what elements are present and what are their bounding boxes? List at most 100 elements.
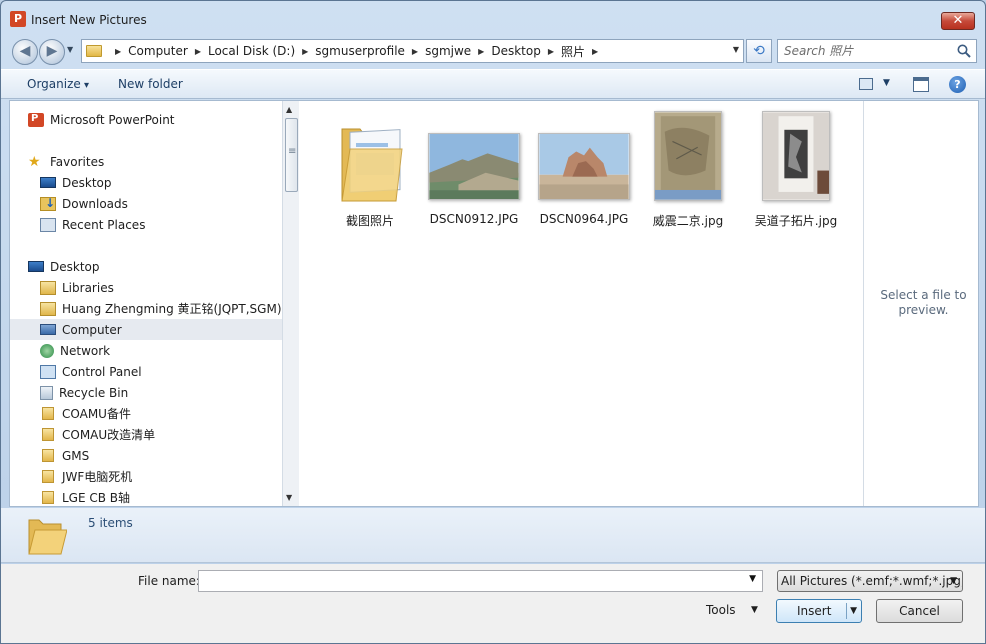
address-bar[interactable]: ▶ Computer ▶ Local Disk (D:) ▶ sgmuserpr… <box>81 39 744 63</box>
sidebar-item-desktop[interactable]: Desktop <box>28 256 100 277</box>
close-button[interactable]: ✕ <box>941 12 975 30</box>
sidebar-item-label: COMAU改造清单 <box>62 428 156 442</box>
breadcrumb-local-disk[interactable]: Local Disk (D:) <box>208 44 295 58</box>
file-name-combo[interactable]: ▼ <box>198 570 763 592</box>
photo-thumbnail-icon <box>428 133 520 200</box>
chevron-right-icon[interactable]: ▶ <box>115 47 121 56</box>
sidebar-item-coamu[interactable]: COAMU备件 <box>40 403 131 424</box>
title-bar: P Insert New Pictures ✕ <box>1 1 985 33</box>
file-item-photo[interactable]: 吴道子拓片.jpg <box>748 109 844 228</box>
file-item-photo[interactable]: 威震二京.jpg <box>640 109 736 228</box>
network-icon <box>40 343 54 358</box>
navigation-pane: Microsoft PowerPoint ★ Favorites Desktop… <box>10 101 282 506</box>
sidebar-item-recent-places[interactable]: Recent Places <box>40 214 145 235</box>
folder-icon <box>42 491 54 504</box>
details-pane: 5 items <box>1 508 985 563</box>
insert-pictures-dialog: P Insert New Pictures ✕ ◀ ▶ ▼ ▶ Computer… <box>0 0 986 644</box>
sidebar-item-recycle-bin[interactable]: Recycle Bin <box>40 382 128 403</box>
chevron-right-icon[interactable]: ▶ <box>195 47 201 56</box>
file-item-photo[interactable]: DSCN0912.JPG <box>426 109 522 226</box>
search-icon[interactable] <box>956 43 972 59</box>
breadcrumb-computer[interactable]: Computer <box>128 44 188 58</box>
sidebar-item-label: Recycle Bin <box>59 385 129 400</box>
sidebar-item-lge[interactable]: LGE CB B轴 <box>40 487 130 506</box>
file-name-label: DSCN0964.JPG <box>539 212 629 226</box>
sidebar-item-downloads[interactable]: Downloads <box>40 193 128 214</box>
sidebar-item-user[interactable]: Huang Zhengming 黄正铭(JQPT,SGM) <box>40 298 282 319</box>
recent-places-icon <box>40 217 56 232</box>
powerpoint-app-icon: P <box>10 11 26 27</box>
sidebar-item-desktop-favorite[interactable]: Desktop <box>40 172 112 193</box>
breadcrumb-current-folder[interactable]: 照片 <box>561 43 585 60</box>
file-item-folder[interactable]: 截图照片 <box>322 109 418 228</box>
chevron-right-icon[interactable]: ▶ <box>478 47 484 56</box>
content-area: Microsoft PowerPoint ★ Favorites Desktop… <box>9 100 979 507</box>
computer-icon <box>40 324 56 335</box>
sidebar-item-computer[interactable]: Computer <box>10 319 282 340</box>
chevron-right-icon[interactable]: ▶ <box>302 47 308 56</box>
folder-icon <box>86 45 102 57</box>
back-button[interactable]: ◀ <box>12 39 38 65</box>
insert-button[interactable]: Insert ▼ <box>776 599 862 623</box>
sidebar-scrollbar[interactable]: ▲ ▼ <box>282 101 299 506</box>
file-name-input[interactable] <box>199 571 739 591</box>
tools-button[interactable]: Tools <box>706 603 736 617</box>
sidebar-item-gms[interactable]: GMS <box>40 445 89 466</box>
sidebar-item-comau[interactable]: COMAU改造清单 <box>40 424 155 445</box>
insert-button-label: Insert <box>797 604 832 618</box>
organize-button[interactable]: Organize <box>27 77 89 91</box>
folder-icon <box>42 449 54 462</box>
file-name-label: File name: <box>138 574 200 588</box>
photo-thumbnail-icon <box>538 133 630 200</box>
scrollbar-thumb[interactable] <box>285 118 298 192</box>
breadcrumb-sgmuserprofile[interactable]: sgmuserprofile <box>315 44 405 58</box>
sidebar-item-microsoft-powerpoint[interactable]: Microsoft PowerPoint <box>28 109 175 130</box>
sidebar-item-control-panel[interactable]: Control Panel <box>40 361 142 382</box>
address-history-dropdown-icon[interactable]: ▼ <box>733 45 739 54</box>
breadcrumb-desktop[interactable]: Desktop <box>491 44 541 58</box>
refresh-button[interactable]: ⟲ <box>746 39 772 63</box>
help-icon[interactable]: ? <box>949 76 966 93</box>
file-item-photo[interactable]: DSCN0964.JPG <box>536 109 632 226</box>
chevron-down-icon[interactable]: ▼ <box>950 571 957 591</box>
file-type-filter[interactable]: All Pictures (*.emf;*.wmf;*.jpg;* ▼ <box>777 570 963 592</box>
chevron-right-icon[interactable]: ▶ <box>592 47 598 56</box>
sidebar-item-network[interactable]: Network <box>40 340 110 361</box>
chevron-right-icon[interactable]: ▶ <box>548 47 554 56</box>
desktop-icon <box>40 177 56 188</box>
sidebar-item-label: Control Panel <box>62 364 142 379</box>
sidebar-item-favorites[interactable]: ★ Favorites <box>28 151 104 172</box>
insert-options-dropdown-icon[interactable]: ▼ <box>850 600 857 622</box>
window-title: Insert New Pictures <box>31 13 147 27</box>
sidebar-item-label: Microsoft PowerPoint <box>50 112 175 127</box>
recent-pages-dropdown-icon[interactable]: ▼ <box>67 45 73 54</box>
item-count: 5 items <box>88 516 133 530</box>
sidebar-item-jwf[interactable]: JWF电脑死机 <box>40 466 132 487</box>
new-folder-button[interactable]: New folder <box>118 77 183 91</box>
libraries-icon <box>40 280 56 295</box>
change-view-icon[interactable] <box>859 78 873 90</box>
folder-icon <box>28 519 67 555</box>
photo-thumbnail-icon <box>762 111 830 201</box>
recycle-bin-icon <box>40 385 53 400</box>
scroll-down-icon[interactable]: ▼ <box>286 493 292 502</box>
preview-pane: Select a file to preview. <box>863 101 978 506</box>
dialog-footer: File name: ▼ All Pictures (*.emf;*.wmf;*… <box>1 564 985 643</box>
file-type-filter-value: All Pictures (*.emf;*.wmf;*.jpg;* <box>781 574 963 588</box>
view-options-dropdown-icon[interactable]: ▼ <box>883 78 890 88</box>
file-name-label: 截图照片 <box>345 214 394 228</box>
forward-button[interactable]: ▶ <box>39 39 65 65</box>
file-name-label: 吴道子拓片.jpg <box>754 214 838 228</box>
tools-dropdown-icon[interactable]: ▼ <box>751 605 758 615</box>
search-box <box>777 39 977 63</box>
scroll-up-icon[interactable]: ▲ <box>286 105 292 114</box>
chevron-right-icon[interactable]: ▶ <box>412 47 418 56</box>
star-icon: ★ <box>28 153 41 170</box>
chevron-down-icon[interactable]: ▼ <box>749 574 756 584</box>
search-input[interactable] <box>784 41 954 61</box>
preview-pane-toggle-icon[interactable] <box>913 77 929 92</box>
file-name-label: DSCN0912.JPG <box>429 212 519 226</box>
breadcrumb-sgmjwe[interactable]: sgmjwe <box>425 44 471 58</box>
sidebar-item-libraries[interactable]: Libraries <box>40 277 114 298</box>
cancel-button[interactable]: Cancel <box>876 599 963 623</box>
